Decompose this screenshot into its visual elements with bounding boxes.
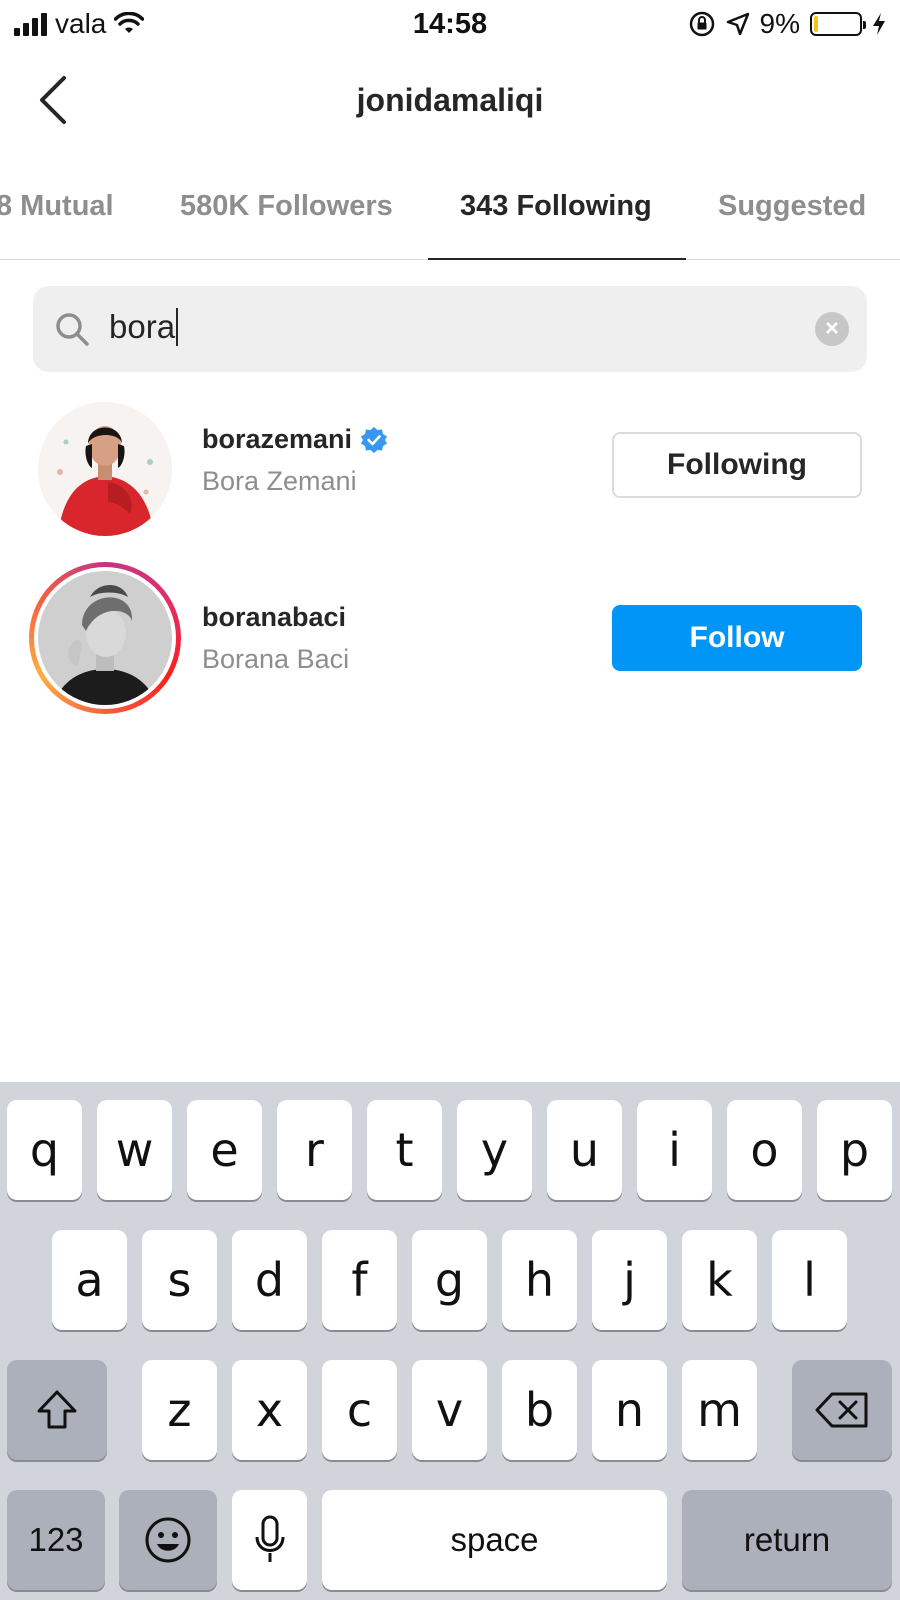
emoji-key[interactable]	[119, 1490, 217, 1590]
avatar[interactable]	[38, 402, 172, 536]
result-full-name: Borana Baci	[202, 644, 350, 674]
key-u[interactable]: u	[547, 1100, 622, 1200]
list-item[interactable]: boranabaci Borana Baci Follow	[0, 562, 900, 714]
shift-key[interactable]	[7, 1360, 107, 1460]
orientation-lock-icon	[689, 11, 714, 37]
list-item[interactable]: borazemani Bora Zemani Following	[0, 396, 900, 546]
key-f[interactable]: f	[322, 1230, 397, 1330]
microphone-key[interactable]	[232, 1490, 307, 1590]
avatar-photo	[38, 571, 172, 705]
space-key[interactable]: space	[322, 1490, 667, 1590]
key-j[interactable]: j	[592, 1230, 667, 1330]
avatar-illustration	[38, 402, 172, 536]
key-v[interactable]: v	[412, 1360, 487, 1460]
tab-suggested[interactable]: Suggested	[718, 190, 866, 223]
username-text: borazemani	[202, 424, 353, 454]
avatar	[38, 571, 172, 705]
search-value: bora	[109, 308, 176, 345]
key-k[interactable]: k	[682, 1230, 757, 1330]
shift-icon	[37, 1390, 77, 1429]
battery-percent: 9%	[759, 8, 800, 39]
key-s[interactable]: s	[142, 1230, 217, 1330]
tab-following[interactable]: 343 Following	[460, 190, 652, 223]
active-tab-indicator	[428, 258, 686, 260]
charging-icon	[873, 13, 885, 35]
search-input[interactable]: bora	[109, 308, 179, 346]
emoji-icon	[145, 1517, 191, 1563]
key-b[interactable]: b	[502, 1360, 577, 1460]
key-e[interactable]: e	[187, 1100, 262, 1200]
status-bar: vala 14:58 9%	[0, 0, 900, 52]
clear-icon[interactable]: ×	[815, 312, 849, 346]
search-bar[interactable]: bora ×	[33, 286, 867, 372]
tab-mutual[interactable]: 8 Mutual	[0, 190, 114, 223]
key-d[interactable]: d	[232, 1230, 307, 1330]
key-x[interactable]: x	[232, 1360, 307, 1460]
key-i[interactable]: i	[637, 1100, 712, 1200]
key-y[interactable]: y	[457, 1100, 532, 1200]
backspace-key[interactable]	[792, 1360, 892, 1460]
backspace-icon	[815, 1392, 868, 1428]
key-w[interactable]: w	[97, 1100, 172, 1200]
key-h[interactable]: h	[502, 1230, 577, 1330]
username-text: boranabaci	[202, 602, 347, 632]
keyboard: q w e r t y u i o p a s d f g h j k l z …	[0, 1082, 900, 1600]
page-title: jonidamaliqi	[356, 82, 544, 118]
key-g[interactable]: g	[412, 1230, 487, 1330]
result-username[interactable]: boranabaci	[202, 602, 346, 633]
follow-button[interactable]: Follow	[612, 605, 862, 671]
navigation-bar: jonidamaliqi	[0, 60, 900, 140]
key-q[interactable]: q	[7, 1100, 82, 1200]
microphone-icon	[255, 1515, 284, 1562]
key-m[interactable]: m	[682, 1360, 757, 1460]
result-full-name: Bora Zemani	[202, 466, 357, 496]
key-l[interactable]: l	[772, 1230, 847, 1330]
verified-badge-icon	[361, 426, 388, 453]
numbers-key[interactable]: 123	[7, 1490, 105, 1590]
text-caret	[176, 308, 179, 346]
key-n[interactable]: n	[592, 1360, 667, 1460]
following-button[interactable]: Following	[612, 432, 862, 498]
tab-followers[interactable]: 580K Followers	[180, 190, 393, 223]
status-right: 9%	[688, 8, 886, 40]
key-r[interactable]: r	[277, 1100, 352, 1200]
key-o[interactable]: o	[727, 1100, 802, 1200]
story-ring[interactable]	[29, 562, 181, 714]
search-icon	[56, 313, 89, 346]
return-key[interactable]: return	[682, 1490, 892, 1590]
follow-tabs: 8 Mutual 580K Followers 343 Following Su…	[0, 172, 900, 260]
key-c[interactable]: c	[322, 1360, 397, 1460]
location-icon	[726, 12, 749, 36]
key-a[interactable]: a	[52, 1230, 127, 1330]
result-username[interactable]: borazemani	[202, 424, 388, 455]
key-t[interactable]: t	[367, 1100, 442, 1200]
key-z[interactable]: z	[142, 1360, 217, 1460]
key-p[interactable]: p	[817, 1100, 892, 1200]
battery-icon	[810, 12, 866, 36]
